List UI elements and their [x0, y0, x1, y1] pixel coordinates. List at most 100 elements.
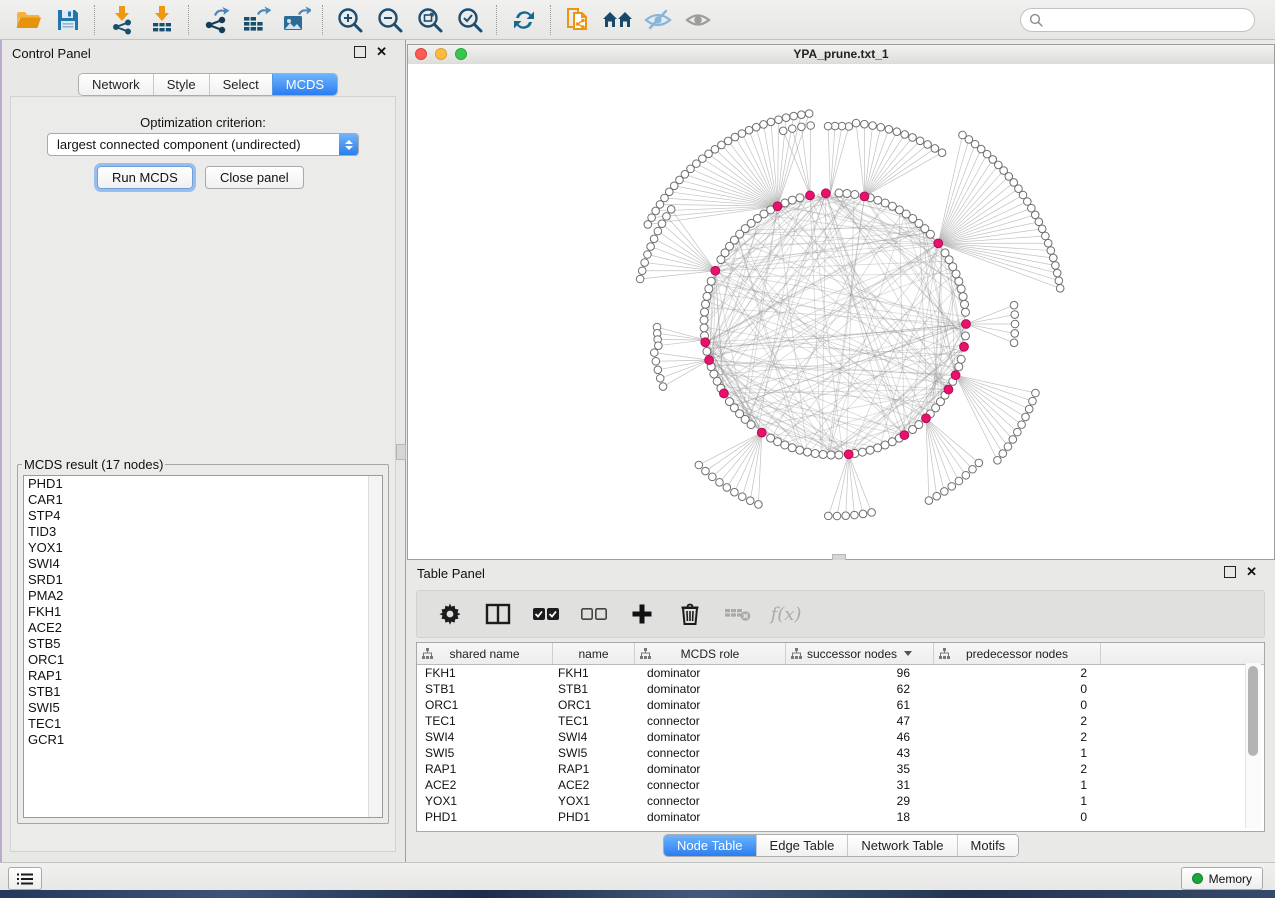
network-node[interactable] [915, 421, 923, 429]
network-node[interactable] [700, 316, 708, 324]
network-node[interactable] [700, 324, 708, 332]
network-node[interactable] [644, 251, 652, 259]
network-node[interactable] [955, 477, 963, 485]
network-node[interactable] [746, 497, 754, 505]
network-node[interactable] [1053, 269, 1061, 277]
dominator-node[interactable] [962, 320, 971, 329]
mcds-result-item[interactable]: ACE2 [24, 620, 382, 636]
network-node[interactable] [731, 133, 739, 141]
network-node[interactable] [788, 196, 796, 204]
network-node[interactable] [1035, 218, 1043, 226]
network-node[interactable] [835, 189, 843, 197]
vertical-splitter-handle[interactable] [396, 444, 406, 460]
deselect-all-button[interactable] [577, 597, 611, 631]
network-node[interactable] [869, 122, 877, 130]
network-node[interactable] [641, 259, 649, 267]
network-node[interactable] [868, 509, 876, 517]
network-node[interactable] [909, 134, 917, 142]
column-header-successor-nodes[interactable]: successor nodes [786, 643, 934, 664]
network-node[interactable] [1055, 277, 1063, 285]
table-row[interactable]: STB1STB1dominator620 [417, 681, 1264, 697]
float-panel-icon[interactable] [354, 46, 366, 58]
network-node[interactable] [703, 292, 711, 300]
network-node[interactable] [1011, 311, 1019, 319]
network-node[interactable] [957, 285, 965, 293]
network-node[interactable] [994, 456, 1002, 464]
tab-select[interactable]: Select [209, 74, 272, 95]
network-node[interactable] [931, 145, 939, 153]
network-canvas[interactable] [408, 64, 1274, 559]
network-node[interactable] [659, 383, 667, 391]
network-node[interactable] [835, 451, 843, 459]
network-node[interactable] [1011, 320, 1019, 328]
first-neighbors-button[interactable] [598, 3, 638, 37]
add-column-button[interactable] [625, 597, 659, 631]
table-row[interactable]: RAP1RAP1dominator352 [417, 761, 1264, 777]
export-image-button[interactable] [276, 3, 316, 37]
zoom-in-button[interactable] [330, 3, 370, 37]
open-session-button[interactable] [8, 3, 48, 37]
network-node[interactable] [851, 511, 859, 519]
network-node[interactable] [1022, 413, 1030, 421]
column-header-predecessor-nodes[interactable]: predecessor nodes [934, 643, 1101, 664]
zoom-out-button[interactable] [370, 3, 410, 37]
network-node[interactable] [702, 300, 710, 308]
dominator-node[interactable] [900, 431, 909, 440]
network-node[interactable] [827, 451, 835, 459]
mcds-result-item[interactable]: FKH1 [24, 604, 382, 620]
network-node[interactable] [941, 488, 949, 496]
network-node[interactable] [874, 444, 882, 452]
network-window-titlebar[interactable]: YPA_prune.txt_1 [408, 45, 1274, 65]
network-node[interactable] [1004, 443, 1012, 451]
close-panel-button[interactable]: Close panel [205, 166, 304, 189]
network-node[interactable] [650, 235, 658, 243]
column-header-name[interactable]: name [553, 643, 635, 664]
network-node[interactable] [760, 121, 768, 129]
dominator-node[interactable] [806, 191, 815, 200]
network-node[interactable] [1025, 405, 1033, 413]
mcds-result-item[interactable]: GCR1 [24, 732, 382, 748]
network-node[interactable] [788, 125, 796, 133]
network-node[interactable] [647, 243, 655, 251]
dominator-node[interactable] [711, 266, 720, 275]
network-node[interactable] [969, 465, 977, 473]
network-node[interactable] [961, 308, 969, 316]
network-node[interactable] [948, 483, 956, 491]
network-node[interactable] [701, 308, 709, 316]
network-node[interactable] [1011, 330, 1019, 338]
network-node[interactable] [788, 444, 796, 452]
network-node[interactable] [975, 459, 983, 467]
network-node[interactable] [824, 512, 832, 520]
close-panel-icon[interactable]: ✕ [376, 47, 387, 57]
mcds-result-item[interactable]: SWI4 [24, 556, 382, 572]
dominator-node[interactable] [821, 189, 830, 198]
network-node[interactable] [755, 501, 763, 509]
network-node[interactable] [811, 449, 819, 457]
float-table-panel-icon[interactable] [1224, 566, 1236, 578]
tab-network-table[interactable]: Network Table [847, 835, 956, 856]
network-node[interactable] [803, 448, 811, 456]
network-node[interactable] [805, 110, 813, 118]
export-network-button[interactable] [196, 3, 236, 37]
network-node[interactable] [796, 446, 804, 454]
dominator-node[interactable] [701, 338, 710, 347]
network-node[interactable] [638, 267, 646, 275]
network-node[interactable] [1014, 428, 1022, 436]
network-node[interactable] [1052, 262, 1060, 270]
network-node[interactable] [1038, 225, 1046, 233]
mcds-result-scrollbar[interactable] [368, 476, 382, 817]
tab-network[interactable]: Network [79, 74, 153, 95]
mcds-result-item[interactable]: PHD1 [24, 476, 382, 492]
network-node[interactable] [702, 467, 710, 475]
dominator-node[interactable] [773, 202, 782, 211]
network-node[interactable] [807, 122, 815, 130]
import-table-button[interactable] [142, 3, 182, 37]
mcds-result-item[interactable]: CAR1 [24, 492, 382, 508]
table-row[interactable]: ACE2ACE2connector311 [417, 777, 1264, 793]
network-node[interactable] [1029, 397, 1037, 405]
network-node[interactable] [833, 512, 841, 520]
network-node[interactable] [941, 249, 949, 257]
network-node[interactable] [885, 126, 893, 134]
network-node[interactable] [636, 275, 644, 283]
tab-mcds[interactable]: MCDS [272, 74, 337, 95]
